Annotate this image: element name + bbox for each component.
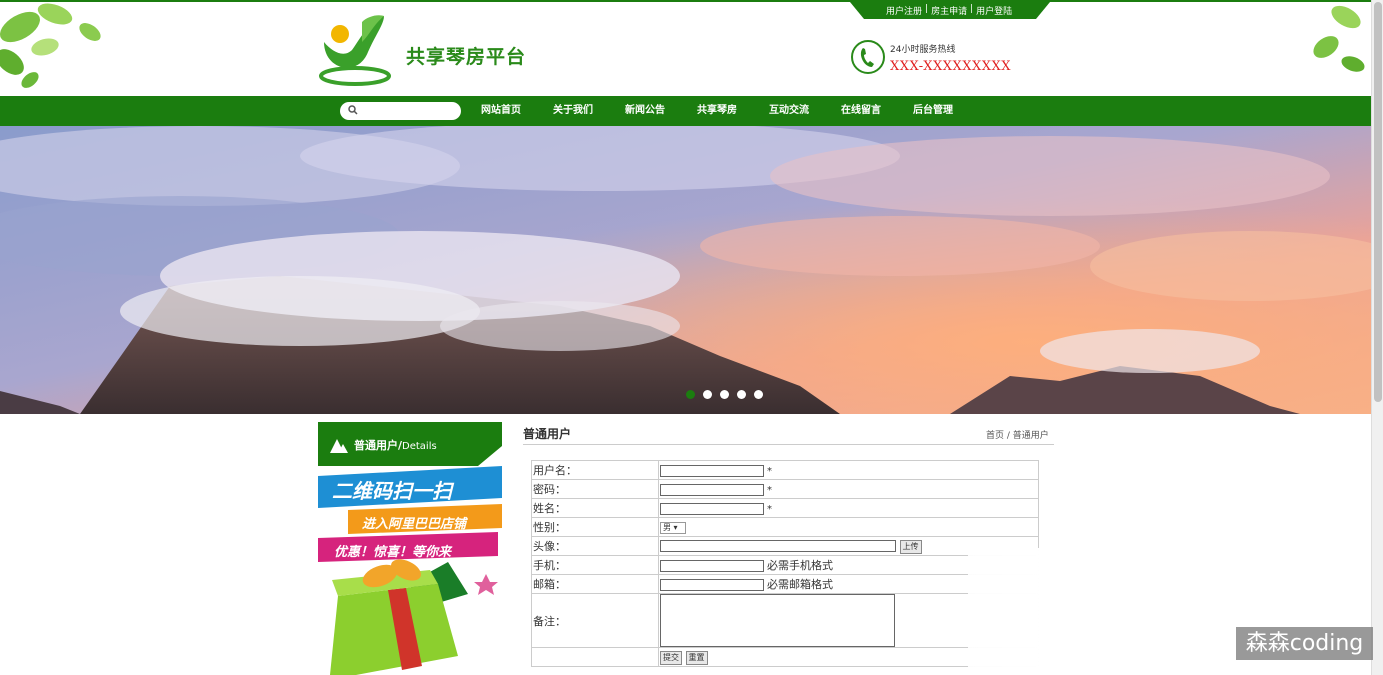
avatar-field[interactable] bbox=[660, 539, 896, 552]
breadcrumb-separator: / bbox=[1004, 431, 1013, 441]
site-title: 共享琴房平台 bbox=[406, 46, 527, 68]
banner-slider[interactable] bbox=[0, 126, 1371, 414]
leaf-decoration-left bbox=[0, 3, 101, 88]
nav-item-messages[interactable]: 在线留言 bbox=[841, 96, 881, 126]
slider-dot[interactable] bbox=[720, 390, 729, 399]
sidebar-title-cn: 普通用户/ bbox=[354, 439, 403, 452]
form-row-avatar: 头像： 上传 bbox=[531, 536, 1039, 556]
slider-dot[interactable] bbox=[703, 390, 712, 399]
sidebar-title-en: Details bbox=[402, 441, 437, 452]
search-input[interactable] bbox=[340, 102, 461, 120]
hotline-label: 24小时服务热线 bbox=[890, 45, 956, 55]
form-row-password: 密码： * bbox=[531, 479, 1039, 499]
form-row-username: 用户名： * bbox=[531, 460, 1039, 480]
search-icon[interactable] bbox=[348, 105, 358, 115]
required-mark: * bbox=[767, 484, 772, 496]
top-links-bar: 用户注册 | 房主申请 | 用户登陆 bbox=[850, 2, 1050, 19]
required-mark: * bbox=[767, 465, 772, 477]
email-label: 邮箱： bbox=[531, 574, 659, 594]
avatar-label: 头像： bbox=[531, 536, 659, 556]
upload-button[interactable]: 上传 bbox=[899, 539, 922, 554]
name-label: 姓名： bbox=[531, 498, 659, 518]
hotline-number: XXX-XXXXXXXXX bbox=[890, 59, 1012, 74]
submit-button[interactable]: 提交 bbox=[660, 650, 682, 665]
nav-item-admin[interactable]: 后台管理 bbox=[913, 96, 953, 126]
page: 共享琴房平台 用户注册 | 房主申请 | 用户登陆 24小时服务热线 XXX-X… bbox=[0, 0, 1383, 675]
nav-item-piano-rooms[interactable]: 共享琴房 bbox=[697, 96, 737, 126]
overlay-fade bbox=[968, 548, 1048, 675]
content-divider bbox=[523, 444, 1054, 445]
content-title: 普通用户 bbox=[523, 427, 572, 441]
nav-item-about[interactable]: 关于我们 bbox=[553, 96, 593, 126]
login-link[interactable]: 用户登陆 bbox=[976, 4, 1012, 17]
form-row-gender: 性别： 男 ▾ bbox=[531, 517, 1039, 537]
nav-item-news[interactable]: 新闻公告 bbox=[625, 96, 665, 126]
reset-button[interactable]: 重置 bbox=[685, 650, 708, 665]
registration-form: 用户名： * 密码： * 姓名： * 性别： 男 ▾ 头像： 上传 手机： 必需… bbox=[531, 460, 1039, 667]
slider-dot[interactable] bbox=[754, 390, 763, 399]
slider-dot[interactable] bbox=[686, 390, 695, 399]
breadcrumb-home[interactable]: 首页 bbox=[986, 431, 1004, 441]
password-label: 密码： bbox=[531, 479, 659, 499]
header: 共享琴房平台 用户注册 | 房主申请 | 用户登陆 24小时服务热线 XXX-X… bbox=[0, 0, 1371, 96]
password-field[interactable] bbox=[660, 483, 764, 496]
form-row-phone: 手机： 必需手机格式 bbox=[531, 555, 1039, 575]
gender-value: 男 bbox=[663, 523, 671, 532]
notes-label: 备注： bbox=[531, 593, 659, 648]
breadcrumb-current: 普通用户 bbox=[1012, 431, 1049, 441]
promo-line-2: 进入阿里巴巴店铺 bbox=[362, 516, 468, 532]
nav-item-forum[interactable]: 互动交流 bbox=[769, 96, 809, 126]
gender-select[interactable]: 男 ▾ bbox=[660, 522, 686, 534]
tree-icon bbox=[330, 439, 348, 453]
separator: | bbox=[970, 4, 974, 14]
form-row-email: 邮箱： 必需邮箱格式 bbox=[531, 574, 1039, 594]
phone-label: 手机： bbox=[531, 555, 659, 575]
slider-dots bbox=[686, 390, 763, 399]
register-link[interactable]: 用户注册 bbox=[886, 4, 922, 17]
phone-hint: 必需手机格式 bbox=[767, 559, 833, 572]
name-field[interactable] bbox=[660, 502, 764, 515]
slider-dot[interactable] bbox=[737, 390, 746, 399]
leaf-decoration-right bbox=[1313, 5, 1365, 72]
vertical-scrollbar[interactable] bbox=[1371, 0, 1383, 675]
watermark: 森森coding bbox=[1236, 627, 1373, 660]
form-row-buttons: 提交 重置 bbox=[531, 647, 1039, 667]
banner-image bbox=[0, 126, 1371, 414]
gender-label: 性别： bbox=[531, 517, 659, 537]
phone-icon bbox=[851, 40, 885, 74]
phone-field[interactable] bbox=[660, 560, 764, 572]
promo-banner[interactable]: 二维码扫一扫 进入阿里巴巴店铺 优惠！惊喜！等你来 bbox=[318, 466, 502, 675]
scrollbar-thumb[interactable] bbox=[1374, 2, 1382, 402]
email-hint: 必需邮箱格式 bbox=[767, 578, 833, 591]
username-field[interactable] bbox=[660, 464, 764, 477]
site-logo bbox=[319, 15, 391, 86]
required-mark: * bbox=[767, 503, 772, 515]
sidebar-title-corner bbox=[478, 446, 502, 466]
separator: | bbox=[925, 4, 929, 14]
breadcrumb: 首页 / 普通用户 bbox=[986, 428, 1049, 441]
promo-line-3: 优惠！惊喜！等你来 bbox=[334, 544, 453, 560]
email-field[interactable] bbox=[660, 579, 764, 591]
form-row-notes: 备注： bbox=[531, 593, 1039, 648]
promo-line-1: 二维码扫一扫 bbox=[332, 479, 455, 503]
username-label: 用户名： bbox=[531, 460, 659, 480]
notes-field[interactable] bbox=[660, 594, 895, 647]
main-nav: 网站首页 关于我们 新闻公告 共享琴房 互动交流 在线留言 后台管理 bbox=[0, 96, 1371, 126]
form-row-name: 姓名： * bbox=[531, 498, 1039, 518]
owner-apply-link[interactable]: 房主申请 bbox=[931, 4, 967, 17]
sidebar-title: 普通用户/Details bbox=[318, 422, 502, 466]
nav-item-home[interactable]: 网站首页 bbox=[481, 96, 521, 126]
